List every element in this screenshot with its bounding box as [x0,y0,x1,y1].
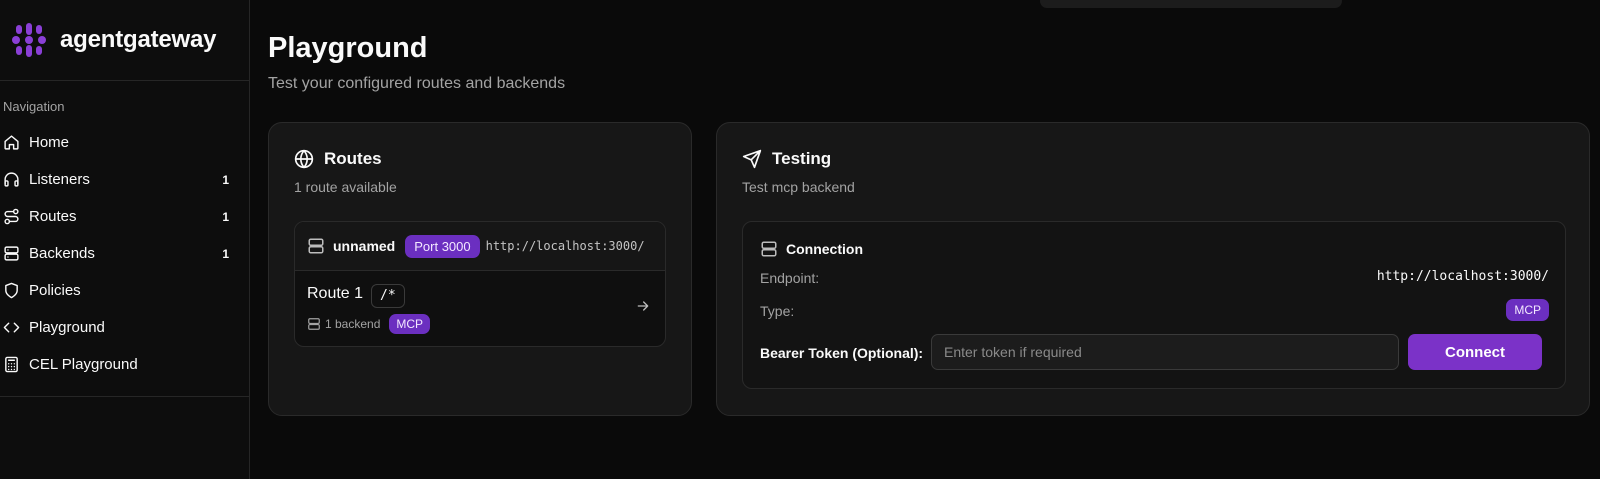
routes-card-title: Routes [324,149,382,168]
bearer-token-input[interactable] [931,334,1399,370]
nav-caption: Navigation [3,99,65,114]
headphones-icon [2,171,20,189]
server-icon [2,245,20,263]
sidebar-item-playground[interactable]: Playground [0,309,249,346]
sidebar-item-label: Policies [29,282,81,299]
arrow-right-icon[interactable] [635,298,651,314]
testing-card-header: Testing [742,149,831,169]
routes-card-subtitle: 1 route available [294,179,397,195]
sidebar-item-label: Home [29,134,70,151]
route-path-chip: /* [371,284,405,308]
testing-card-subtitle: Test mcp backend [742,179,855,195]
nav-list: Home Listeners 1 Routes 1 Backends 1 Pol… [0,124,249,383]
sidebar-item-listeners[interactable]: Listeners 1 [0,161,249,198]
send-icon [742,149,762,169]
sidebar-item-cel-playground[interactable]: CEL Playground [0,346,249,383]
listeners-count-badge: 1 [222,172,229,187]
connection-header: Connection [760,240,863,258]
sidebar-item-label: Playground [29,319,105,336]
server-icon [308,318,320,330]
port-badge: Port 3000 [405,234,480,258]
routes-card: Routes 1 route available unnamed Port 30… [268,122,692,416]
app-root: agentgateway Navigation Home Listeners 1 [0,0,1600,479]
backend-count: 1 backend [325,317,381,331]
server-icon [308,238,324,254]
type-badge: MCP [1506,299,1549,321]
connect-button[interactable]: Connect [1408,334,1542,370]
sidebar-item-label: CEL Playground [29,356,138,373]
listener-url: http://localhost:3000/ [485,239,645,253]
bearer-token-label: Bearer Token (Optional): [760,345,924,361]
sidebar: agentgateway Navigation Home Listeners 1 [0,0,250,479]
shield-icon [2,282,20,300]
sidebar-item-policies[interactable]: Policies [0,272,249,309]
calculator-icon [2,356,20,374]
backends-count-badge: 1 [222,246,229,261]
sidebar-item-routes[interactable]: Routes 1 [0,198,249,235]
sidebar-item-home[interactable]: Home [0,124,249,161]
route-meta: 1 backend MCP [307,314,436,334]
connection-title: Connection [786,241,863,257]
sidebar-divider [0,396,249,397]
routes-count-badge: 1 [222,209,229,224]
home-icon [2,134,20,152]
route-name: Route 1 [307,285,364,302]
route-icon [2,208,20,226]
sidebar-item-label: Backends [29,245,95,262]
connection-panel: Connection Endpoint: http://localhost:30… [742,221,1566,389]
type-label: Type: [760,303,795,319]
app-name: agentgateway [60,26,217,53]
testing-card-title: Testing [772,149,832,168]
server-icon [761,241,777,257]
globe-icon [294,149,314,169]
listener-name: unnamed [333,238,396,254]
code-icon [2,319,20,337]
brand[interactable]: agentgateway [0,0,249,81]
backend-type-badge: MCP [389,314,431,334]
testing-card: Testing Test mcp backend Connection Endp… [716,122,1590,416]
listener-header: unnamed Port 3000 http://localhost:3000/ [295,222,665,271]
route-row[interactable]: Route 1 /* 1 backend MCP [295,271,665,346]
page-title: Playground [268,32,428,64]
sidebar-item-backends[interactable]: Backends 1 [0,235,249,272]
sidebar-item-label: Listeners [29,171,90,188]
sidebar-item-label: Routes [29,208,77,225]
page-subtitle: Test your configured routes and backends [268,75,566,92]
routes-card-header: Routes [294,149,382,169]
endpoint-label: Endpoint: [760,270,820,286]
agentgateway-logo-icon [12,23,46,57]
endpoint-value: http://localhost:3000/ [1376,269,1549,284]
listener-group: unnamed Port 3000 http://localhost:3000/… [294,221,666,347]
search-bar-edge[interactable] [1040,0,1342,8]
